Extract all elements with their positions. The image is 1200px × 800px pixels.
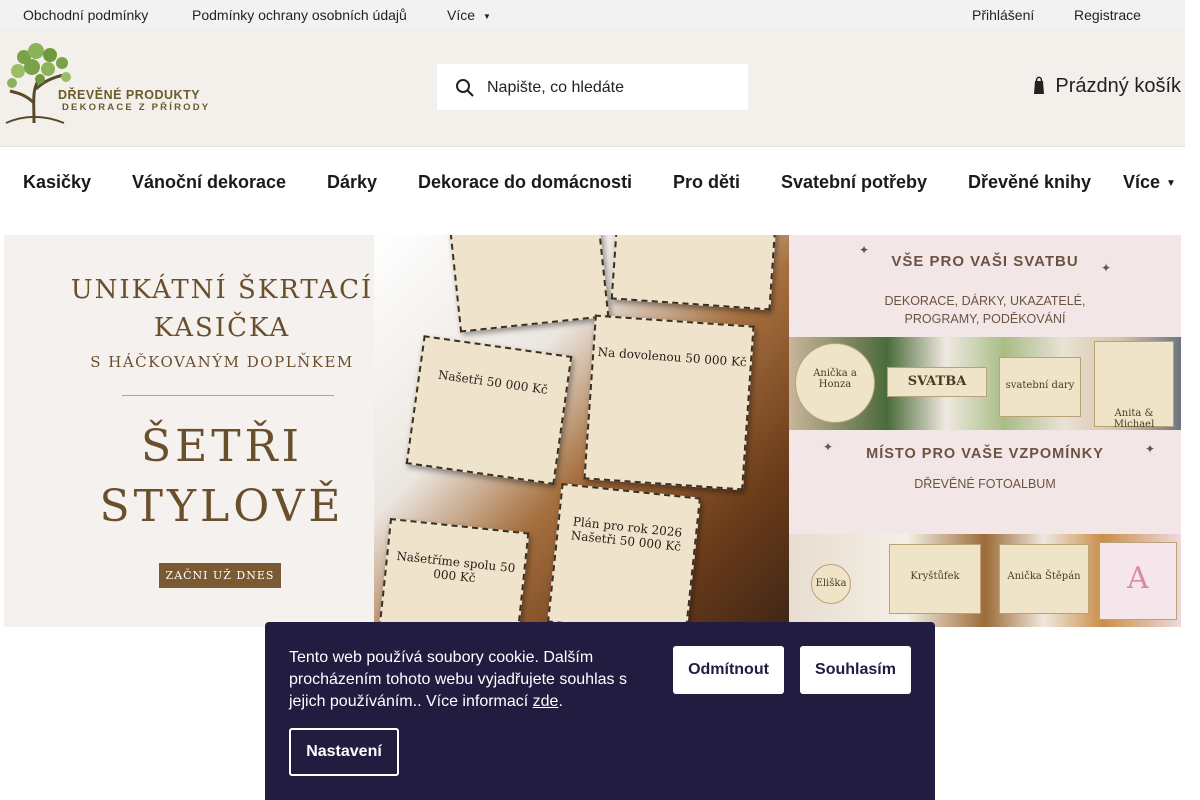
chevron-down-icon: ▼ (483, 11, 491, 21)
nav-item-kasicky[interactable]: Kasičky (23, 172, 91, 193)
cookie-message: Tento web používá soubory cookie. Dalším… (289, 649, 627, 710)
wedding-gift-box: svatební dary (999, 357, 1081, 417)
link-privacy[interactable]: Podmínky ochrany osobních údajů (192, 7, 407, 23)
box-label: Plán pro rok 2026 Našetři 50 000 Kč (570, 514, 683, 554)
register-link[interactable]: Registrace (1074, 7, 1141, 23)
album-cover: Eliška (811, 564, 851, 604)
banner-heading-line2: KASIČKA (153, 313, 291, 343)
wedding-products-photo: Anička a Honza SVATBA svatební dary Anit… (789, 337, 1181, 430)
album-banner: ✦ ✦ MÍSTO PRO VAŠE VZPOMÍNKY DŘEVĚNÉ FOT… (789, 430, 1181, 534)
wedding-sub-line1: DEKORACE, DÁRKY, UKAZATELÉ, (884, 294, 1086, 308)
divider (122, 395, 334, 396)
cart-label: Prázdný košík (1055, 75, 1181, 97)
album-subheading: DŘEVĚNÉ FOTOALBUM (914, 477, 1056, 491)
wedding-sign: SVATBA (887, 367, 987, 397)
album-heading: MÍSTO PRO VAŠE VZPOMÍNKY (866, 446, 1104, 462)
cart-button[interactable]: Prázdný košík (1033, 75, 1181, 98)
album-products-photo: Eliška Kryštůfek Anička Štěpán A (789, 534, 1181, 627)
money-box-image (448, 235, 610, 333)
money-box-image: Plán pro rok 2026 Našetři 50 000 Kč (547, 483, 701, 627)
nav-item-dekorace-do-domacnosti[interactable]: Dekorace do domácnosti (418, 172, 632, 193)
album-cover: Anička Štěpán (999, 544, 1089, 614)
album-cover: Kryštůfek (889, 544, 981, 614)
link-more[interactable]: Více ▼ (447, 7, 491, 23)
cookie-message-end: . (558, 693, 563, 710)
cookie-accept-button[interactable]: Souhlasím (800, 646, 911, 694)
banner-cta-button[interactable]: ZAČNI UŽ DNES (159, 563, 281, 588)
album-cover: A (1099, 542, 1177, 620)
cart-icon (1034, 76, 1045, 94)
nav-item-pro-deti[interactable]: Pro děti (673, 172, 740, 193)
nav-item-more[interactable]: Více ▼ (1123, 172, 1176, 193)
logo-title: DŘEVĚNÉ PRODUKTY (58, 88, 201, 102)
cookie-text: Tento web používá soubory cookie. Dalším… (289, 647, 649, 713)
cookie-reject-button[interactable]: Odmítnout (673, 646, 784, 694)
banner-slogan-line2: STYLOVĚ (99, 481, 345, 532)
banner-subheading: S HÁČKOVANÝM DOPLŇKEM (90, 353, 354, 371)
nav-item-svatebni-potreby[interactable]: Svatební potřeby (781, 172, 927, 193)
nav-more-label: Více (1123, 172, 1161, 192)
main-nav: Kasičky Vánoční dekorace Dárky Dekorace … (0, 148, 1185, 214)
box-label: Na dovolenou 50 000 Kč (597, 344, 748, 370)
promo-banner-money-box[interactable]: Našetři 50 000 Kč Na dovolenou 50 000 Kč… (4, 235, 789, 627)
search-box (436, 63, 749, 111)
logo-subtitle: DEKORACE Z PŘÍRODY (62, 102, 211, 113)
nav-item-drevene-knihy[interactable]: Dřevěné knihy (968, 172, 1091, 193)
wedding-sub-line2: PROGRAMY, PODĚKOVÁNÍ (904, 312, 1066, 326)
logo[interactable]: DŘEVĚNÉ PRODUKTY DEKORACE Z PŘÍRODY (4, 43, 208, 125)
wedding-banner-top: ✦ ✦ VŠE PRO VAŠI SVATBU DEKORACE, DÁRKY,… (789, 235, 1181, 337)
wedding-guest-board: Anita & Michael (1094, 341, 1174, 430)
chevron-down-icon: ▼ (1166, 177, 1176, 189)
money-box-image: Na dovolenou 50 000 Kč (583, 314, 755, 491)
nav-item-vanocni-dekorace[interactable]: Vánoční dekorace (132, 172, 286, 193)
search-icon[interactable] (455, 78, 475, 98)
header: DŘEVĚNÉ PRODUKTY DEKORACE Z PŘÍRODY Práz… (0, 29, 1185, 147)
nav-item-darky[interactable]: Dárky (327, 172, 377, 193)
top-bar: Obchodní podmínky Podmínky ochrany osobn… (0, 0, 1185, 29)
cookie-settings-button[interactable]: Nastavení (289, 728, 399, 776)
banner-heading-line1: UNIKÁTNÍ ŠKRTACÍ (70, 275, 374, 305)
login-link[interactable]: Přihlášení (972, 7, 1034, 23)
cookie-consent-bar: Tento web používá soubory cookie. Dalším… (265, 622, 935, 800)
promo-banner-wedding[interactable]: ✦ ✦ VŠE PRO VAŠI SVATBU DEKORACE, DÁRKY,… (789, 235, 1181, 627)
wedding-plate: Anička a Honza (795, 343, 875, 423)
link-terms[interactable]: Obchodní podmínky (23, 7, 148, 23)
wedding-heading: VŠE PRO VAŠI SVATBU (891, 253, 1079, 270)
banner-text: UNIKÁTNÍ ŠKRTACÍ KASIČKA S HÁČKOVANÝM DO… (4, 235, 440, 627)
money-box-image (610, 235, 778, 311)
banner-slogan-line1: ŠETŘI (140, 421, 304, 472)
box-label: Našetři 50 000 Kč (437, 367, 549, 397)
cookie-more-info-link[interactable]: zde (533, 693, 559, 710)
search-input[interactable] (487, 76, 737, 100)
more-label: Více (447, 7, 476, 23)
